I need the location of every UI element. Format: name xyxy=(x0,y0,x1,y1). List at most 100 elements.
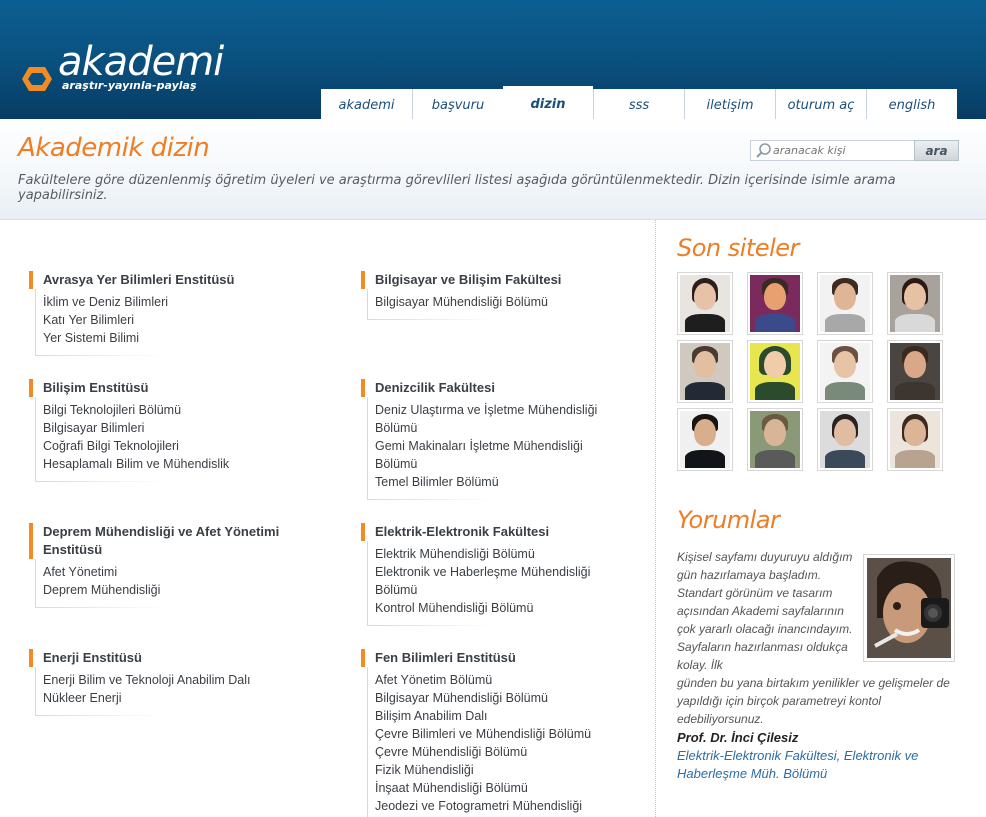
hexagon-logo-icon xyxy=(22,67,52,91)
department-link[interactable]: Coğrafi Bilgi Teknolojileri xyxy=(43,437,229,455)
search-field[interactable] xyxy=(750,140,915,161)
recent-site-avatar[interactable] xyxy=(887,408,943,471)
page-description: Fakültelere göre düzenlenmiş öğretim üye… xyxy=(18,173,896,203)
comment-affiliation-link[interactable]: Elektrik-Elektronik Fakültesi, Elektroni… xyxy=(677,747,952,783)
search-icon xyxy=(756,142,771,158)
department-link[interactable]: İnşaat Mühendisliği Bölümü xyxy=(375,779,591,797)
department-link[interactable]: Elektronik ve Haberleşme Mühendisliği xyxy=(375,563,590,581)
department-link[interactable]: Kontrol Mühendisliği Bölümü xyxy=(375,599,590,617)
faculty-rule xyxy=(367,319,497,320)
department-link[interactable]: Bilgisayar Mühendisliği Bölümü xyxy=(375,293,548,311)
faculty-rule xyxy=(367,667,368,817)
faculty-marker xyxy=(361,649,365,667)
search-input[interactable] xyxy=(773,144,908,157)
site-header: akademi araştır-yayınla-paylaş akademi b… xyxy=(0,0,986,122)
faculty-title[interactable]: Elektrik-Elektronik Fakültesi xyxy=(375,523,549,541)
tab-iletisim[interactable]: iletişim xyxy=(684,89,775,122)
search-button[interactable]: ara xyxy=(914,140,959,161)
department-link[interactable]: Jeodezi ve Fotogrametri Mühendisliği xyxy=(375,797,591,815)
recent-site-avatar[interactable] xyxy=(747,340,803,403)
department-link[interactable]: Nükleer Enerji xyxy=(43,689,251,707)
faculty-block: Avrasya Yer Bilimleri Enstitüsü İklim ve… xyxy=(29,271,329,361)
department-link[interactable]: Afet Yönetimi xyxy=(43,563,160,581)
faculty-marker xyxy=(361,523,365,541)
department-link[interactable]: Gemi Makinaları İşletme Mühendisliği xyxy=(375,437,597,455)
site-logo[interactable]: akademi xyxy=(58,40,224,84)
department-link[interactable]: Bilgi Teknolojileri Bölümü xyxy=(43,401,229,419)
recent-site-avatar[interactable] xyxy=(817,408,873,471)
faculty-marker xyxy=(361,379,365,397)
faculty-marker xyxy=(29,523,33,559)
department-link[interactable]: Bölümü xyxy=(375,455,597,473)
recent-site-avatar[interactable] xyxy=(677,272,733,335)
department-link[interactable]: Çevre Mühendisliği Bölümü xyxy=(375,743,591,761)
recent-site-avatar[interactable] xyxy=(747,272,803,335)
tab-akademi[interactable]: akademi xyxy=(321,89,412,122)
recent-site-avatar[interactable] xyxy=(677,340,733,403)
faculty-marker xyxy=(29,271,33,289)
faculty-title[interactable]: Fen Bilimleri Enstitüsü xyxy=(375,649,516,667)
department-link[interactable]: Deniz Ulaştırma ve İşletme Mühendisliği xyxy=(375,401,597,419)
faculty-block: Fen Bilimleri Enstitüsü Afet Yönetim Böl… xyxy=(361,649,651,817)
department-link[interactable]: Bilişim Anabilim Dalı xyxy=(375,707,591,725)
faculty-block: Deprem Mühendisliği ve Afet Yönetimi Ens… xyxy=(29,523,329,618)
faculty-title[interactable]: Bilişim Enstitüsü xyxy=(43,379,148,397)
photographer-icon xyxy=(867,558,951,658)
department-link[interactable]: Bilgisayar Bilimleri xyxy=(43,419,229,437)
recent-sites-heading: Son siteler xyxy=(677,234,799,262)
recent-site-avatar[interactable] xyxy=(887,340,943,403)
tab-dizin[interactable]: dizin xyxy=(503,86,593,122)
tab-sss[interactable]: sss xyxy=(593,89,684,122)
site-tagline: araştır-yayınla-paylaş xyxy=(62,79,197,92)
faculty-title[interactable]: Enerji Enstitüsü xyxy=(43,649,142,667)
tab-oturum-ac[interactable]: oturum aç xyxy=(775,89,866,122)
department-link[interactable]: Hesaplamalı Bilim ve Mühendislik xyxy=(43,455,229,473)
sidebar-divider xyxy=(655,220,656,817)
department-link[interactable]: Çevre Bilimleri ve Mühendisliği Bölümü xyxy=(375,725,591,743)
faculty-rule xyxy=(35,397,36,481)
faculty-block: Bilgisayar ve Bilişim Fakültesi Bilgisay… xyxy=(361,271,651,326)
tab-english[interactable]: english xyxy=(866,89,957,122)
faculty-title[interactable]: Avrasya Yer Bilimleri Enstitüsü xyxy=(43,271,234,289)
faculty-title[interactable]: Deprem Mühendisliği ve Afet Yönetimi Ens… xyxy=(43,523,279,559)
comment-author: Prof. Dr. İnci Çilesiz xyxy=(677,730,799,745)
department-link[interactable]: İklim ve Deniz Bilimleri xyxy=(43,293,168,311)
faculty-rule xyxy=(35,481,165,482)
recent-site-avatar[interactable] xyxy=(677,408,733,471)
faculty-rule xyxy=(367,499,497,500)
faculty-rule xyxy=(35,715,165,716)
faculty-rule xyxy=(35,667,36,715)
department-list: Afet Yönetimi Deprem Mühendisliği xyxy=(43,563,160,599)
department-link[interactable]: Deprem Mühendisliği xyxy=(43,581,160,599)
faculty-title[interactable]: Bilgisayar ve Bilişim Fakültesi xyxy=(375,271,561,289)
recent-site-avatar[interactable] xyxy=(817,272,873,335)
department-list: İklim ve Deniz Bilimleri Katı Yer Biliml… xyxy=(43,293,168,347)
faculty-block: Enerji Enstitüsü Enerji Bilim ve Teknolo… xyxy=(29,649,329,724)
faculty-marker xyxy=(29,379,33,397)
page: akademi araştır-yayınla-paylaş akademi b… xyxy=(0,0,986,817)
department-link[interactable]: Bölümü xyxy=(375,581,590,599)
department-link[interactable]: Enerji Bilim ve Teknoloji Anabilim Dalı xyxy=(43,671,251,689)
comment-text: Kişisel sayfamı duyuruyu aldığım gün haz… xyxy=(677,550,853,672)
faculty-marker xyxy=(361,271,365,289)
faculty-rule xyxy=(35,607,165,608)
tab-basvuru[interactable]: başvuru xyxy=(412,89,503,122)
recent-site-avatar[interactable] xyxy=(747,408,803,471)
recent-site-avatar[interactable] xyxy=(817,340,873,403)
faculty-rule xyxy=(367,397,368,499)
faculty-title[interactable]: Denizcilik Fakültesi xyxy=(375,379,495,397)
department-link[interactable]: Katı Yer Bilimleri xyxy=(43,311,168,329)
department-link[interactable]: Temel Bilimler Bölümü xyxy=(375,473,597,491)
department-link[interactable]: Fizik Mühendisliği xyxy=(375,761,591,779)
department-link[interactable]: Bilgisayar Mühendisliği Bölümü xyxy=(375,689,591,707)
department-link[interactable]: Yer Sistemi Bilimi xyxy=(43,329,168,347)
faculty-rule xyxy=(35,289,36,355)
faculty-block: Denizcilik Fakültesi Deniz Ulaştırma ve … xyxy=(361,379,651,504)
department-link[interactable]: Elektrik Mühendisliği Bölümü xyxy=(375,545,590,563)
department-list: Afet Yönetim Bölümü Bilgisayar Mühendisl… xyxy=(375,671,591,815)
recent-site-avatar[interactable] xyxy=(887,272,943,335)
department-link[interactable]: Bölümü xyxy=(375,419,597,437)
department-list: Bilgisayar Mühendisliği Bölümü xyxy=(375,293,548,311)
department-link[interactable]: Afet Yönetim Bölümü xyxy=(375,671,591,689)
department-list: Bilgi Teknolojileri Bölümü Bilgisayar Bi… xyxy=(43,401,229,473)
